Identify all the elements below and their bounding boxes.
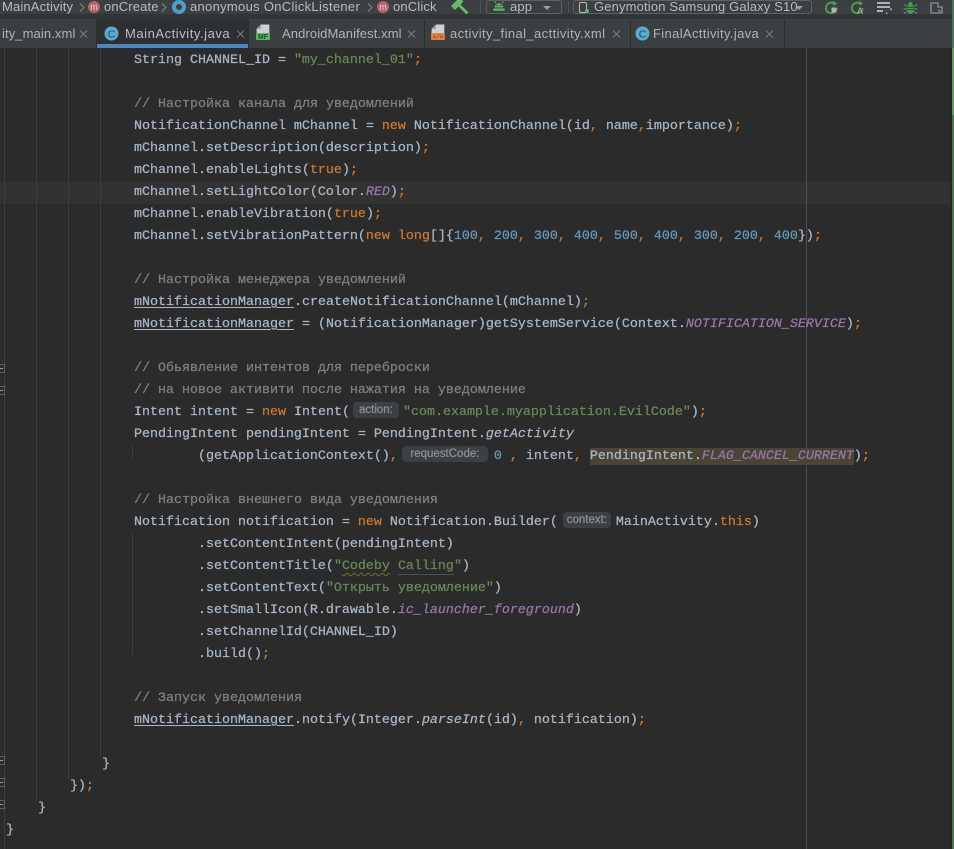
svg-text:MF: MF (258, 34, 268, 41)
svg-text:C: C (108, 29, 116, 41)
svg-text:m: m (90, 2, 98, 12)
svg-text:C: C (639, 29, 647, 41)
svg-text:m: m (379, 2, 387, 12)
svg-text:</>: </> (433, 33, 444, 40)
